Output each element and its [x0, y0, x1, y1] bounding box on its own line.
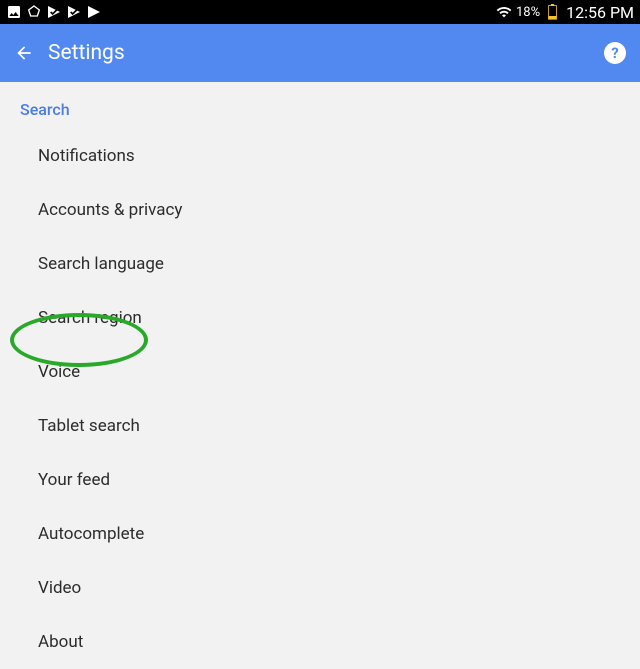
app-bar: Settings ? — [0, 24, 640, 82]
status-bar-left — [6, 4, 102, 20]
settings-item-tablet-search[interactable]: Tablet search — [0, 399, 640, 453]
section-header-search: Search — [0, 82, 640, 129]
settings-item-search-language[interactable]: Search language — [0, 237, 640, 291]
help-icon[interactable]: ? — [604, 42, 626, 64]
wifi-icon — [496, 4, 512, 20]
status-bar: 18% 12:56 PM — [0, 0, 640, 24]
settings-item-autocomplete[interactable]: Autocomplete — [0, 507, 640, 561]
play-store-icon — [86, 4, 102, 20]
play-badge-check-icon-2 — [66, 4, 82, 20]
settings-content: Search Notifications Accounts & privacy … — [0, 82, 640, 669]
settings-item-your-feed[interactable]: Your feed — [0, 453, 640, 507]
back-arrow-icon[interactable] — [14, 43, 34, 63]
settings-item-voice[interactable]: Voice — [0, 345, 640, 399]
battery-icon — [544, 4, 560, 20]
status-bar-right: 18% 12:56 PM — [496, 3, 634, 22]
settings-item-video[interactable]: Video — [0, 561, 640, 615]
battery-percent: 18% — [516, 5, 540, 20]
play-badge-check-icon — [46, 4, 62, 20]
settings-item-notifications[interactable]: Notifications — [0, 129, 640, 183]
settings-item-about[interactable]: About — [0, 615, 640, 669]
page-title: Settings — [48, 41, 604, 65]
settings-item-search-region[interactable]: Search region — [0, 291, 640, 345]
clock: 12:56 PM — [566, 3, 634, 22]
settings-item-accounts-privacy[interactable]: Accounts & privacy — [0, 183, 640, 237]
pentagon-icon — [26, 4, 42, 20]
image-icon — [6, 4, 22, 20]
